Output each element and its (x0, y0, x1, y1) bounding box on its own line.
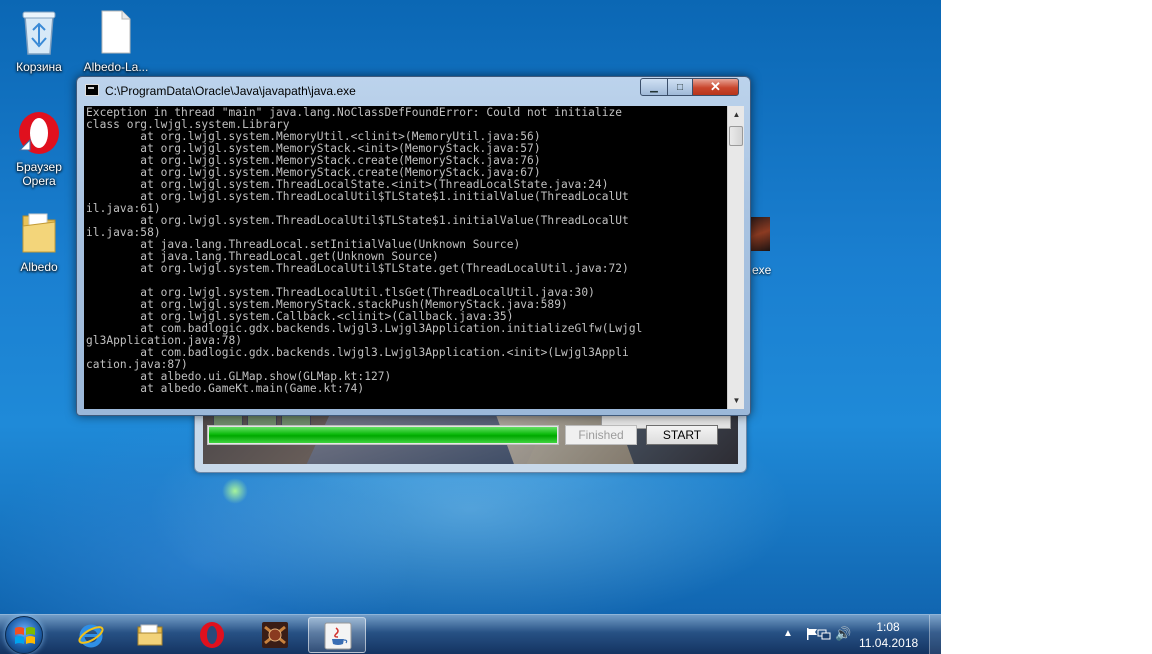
console-screen[interactable]: Exception in thread "main" java.lang.NoC… (84, 106, 744, 409)
console-icon[interactable] (85, 84, 99, 96)
close-button[interactable]: ✕ (692, 78, 739, 96)
clock[interactable]: 1:08 11.04.2018 (859, 619, 919, 651)
opera-label: Браузер Opera (16, 160, 62, 188)
console-output: Exception in thread "main" java.lang.NoC… (86, 107, 643, 395)
taskbar-file-explorer[interactable] (121, 617, 179, 653)
system-tray: ▲ 🔊 1:08 11.04.2018 (775, 615, 935, 654)
albedo-folder-label: Albedo (20, 260, 58, 274)
start-button[interactable] (5, 616, 43, 654)
desktop-icon-albedo-folder[interactable]: Albedo (3, 208, 75, 274)
volume-icon[interactable]: 🔊 (835, 626, 851, 642)
console-window[interactable]: C:\ProgramData\Oracle\Java\javapath\java… (76, 76, 751, 416)
show-desktop-button[interactable] (929, 615, 941, 654)
minimize-button[interactable]: ▁ (640, 78, 668, 96)
progress-fill (209, 427, 557, 443)
folder-icon (137, 624, 163, 646)
scroll-down-button[interactable]: ▼ (728, 392, 745, 409)
wallpaper-leaf (222, 478, 248, 504)
folder-icon (3, 208, 75, 256)
albedo-launcher-label: Albedo-La... (83, 60, 149, 74)
albedo-game-icon (262, 622, 288, 648)
desktop-icon-albedo-launcher[interactable]: Albedo-La... (80, 8, 152, 74)
console-title: C:\ProgramData\Oracle\Java\javapath\java… (105, 84, 356, 98)
console-titlebar[interactable]: C:\ProgramData\Oracle\Java\javapath\java… (77, 77, 750, 102)
recycle-bin-icon (3, 8, 75, 56)
desktop-icon-recycle-bin[interactable]: Корзина (3, 8, 75, 74)
opera-icon (200, 622, 224, 648)
desktop[interactable]: Корзина Albedo-La... Браузер Opera Albed… (0, 0, 941, 654)
maximize-button[interactable]: □ (667, 78, 693, 96)
show-hidden-icons-button[interactable]: ▲ (783, 628, 793, 639)
desktop-icon-opera[interactable]: Браузер Opera (3, 110, 75, 188)
java-icon (324, 622, 352, 650)
taskbar: ▲ 🔊 1:08 11.04.2018 (0, 614, 941, 654)
network-icon[interactable] (817, 627, 831, 641)
taskbar-opera[interactable] (183, 617, 241, 653)
taskbar-internet-explorer[interactable] (62, 617, 120, 653)
taskbar-java-console[interactable] (308, 617, 366, 653)
internet-explorer-icon (78, 624, 104, 648)
download-progress-bar (207, 425, 559, 445)
scroll-thumb[interactable] (729, 126, 743, 146)
start-button[interactable]: START (646, 425, 718, 445)
status-button: Finished (565, 425, 637, 445)
scroll-up-button[interactable]: ▲ (728, 106, 745, 123)
albedo-exe-label: exe (752, 263, 772, 277)
albedo-exe-icon (748, 217, 770, 251)
recycle-bin-label: Корзина (16, 60, 62, 74)
windows-logo-icon (15, 627, 35, 644)
vertical-scrollbar[interactable]: ▲ ▼ (727, 106, 744, 409)
clock-date: 11.04.2018 (859, 636, 919, 650)
file-icon (80, 8, 152, 56)
taskbar-albedo-game[interactable] (246, 617, 304, 653)
opera-icon (3, 110, 75, 156)
clock-time: 1:08 (876, 620, 900, 634)
